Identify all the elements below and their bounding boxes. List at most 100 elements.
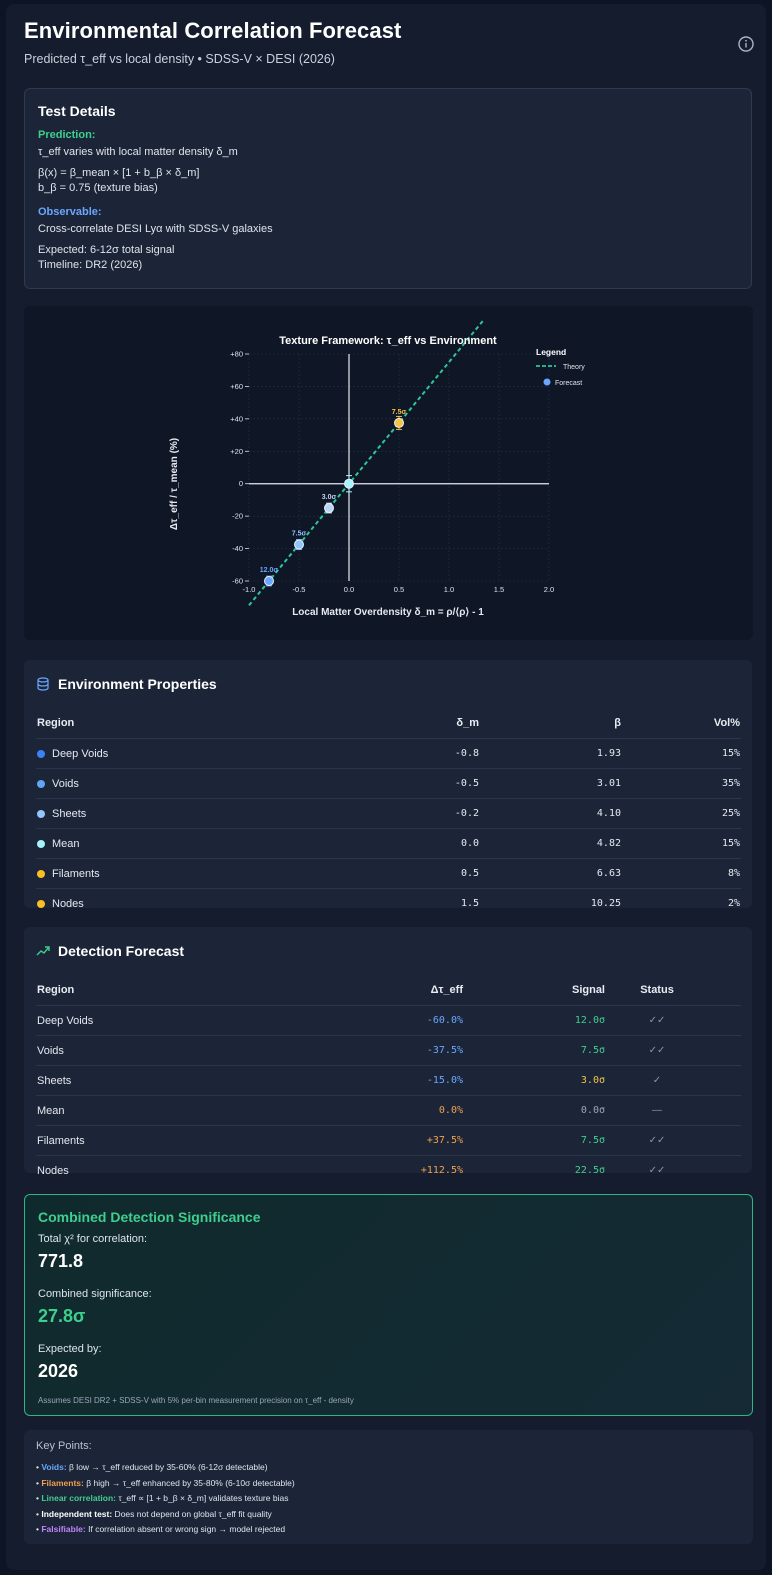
chart-legend: Legend Theory Forecast [536, 347, 585, 387]
key-point-label: Independent test: [41, 1508, 113, 1519]
signal-cell: 12.0σ [464, 1005, 606, 1036]
y-tick-label: 0 [239, 479, 243, 488]
beta-cell: 4.10 [480, 798, 622, 829]
x-tick-label: 1.0 [444, 585, 454, 594]
signal-cell: 7.5σ [464, 1035, 606, 1066]
y-tick-label: +20 [230, 447, 243, 456]
info-icon[interactable] [738, 36, 754, 52]
vol-cell: 35% [622, 768, 741, 799]
table-row: Mean 0.0% 0.0σ — [36, 1095, 741, 1126]
significance-value: 27.8σ [38, 1306, 86, 1326]
region-cell: Deep Voids [36, 1005, 338, 1036]
prediction-label: Prediction: [38, 129, 96, 141]
formula-bias: b_β = 0.75 (texture bias) [38, 182, 158, 194]
observable-label: Observable: [38, 206, 102, 218]
status-cell: ✓✓ [606, 1125, 708, 1156]
chart-ylabel: Δτ_eff / τ_mean (%) [169, 438, 180, 530]
x-tick-label: 0.0 [344, 585, 354, 594]
prediction-text: τ_eff varies with local matter density δ… [38, 146, 238, 158]
region-cell: Mean [36, 1095, 338, 1126]
key-point-item: • Independent test: Does not depend on g… [36, 1508, 272, 1519]
key-point-text: If correlation absent or wrong sign → mo… [85, 1524, 286, 1534]
region-cell: Filaments [36, 1125, 338, 1156]
expected-signal: Expected: 6-12σ total signal [38, 244, 175, 256]
key-point-label: Falsifiable: [41, 1524, 86, 1534]
beta-cell: 10.25 [480, 888, 622, 918]
signal-cell: 7.5σ [464, 1125, 606, 1156]
table-header-row: Region Δτ_eff Signal Status [36, 975, 741, 1006]
key-point-text: β low → τ_eff reduced by 35-60% (6-12σ d… [66, 1462, 268, 1472]
status-cell: ✓ [606, 1065, 708, 1096]
key-point-item: • Filaments: β high → τ_eff enhanced by … [36, 1477, 295, 1488]
y-tick-label: +60 [230, 382, 243, 391]
region-cell: Sheets [36, 1065, 338, 1096]
forecast-point [324, 503, 334, 514]
dm-cell: 1.5 [368, 888, 480, 918]
expected-value: 2026 [38, 1361, 79, 1381]
key-point-text: τ_eff ∝ [1 + b_β × δ_m] validates textur… [115, 1493, 289, 1503]
table-row: Deep Voids -0.8 1.93 15% [36, 738, 741, 769]
table-row: Mean 0.0 4.82 15% [36, 828, 741, 859]
legend-theory-label: Theory [563, 364, 585, 371]
y-tick-label: -20 [232, 512, 243, 521]
key-point-label: Linear correlation: [41, 1493, 116, 1503]
region-color-dot [37, 779, 45, 788]
correlation-chart: -1.0 -0.5 0.0 0.5 1.0 1.5 2.0 -60 -40 -20 0 +20 +40 +… [169, 318, 585, 618]
region-name: Voids [52, 777, 79, 790]
assumption-note: Assumes DESI DR2 + SDSS-V with 5% per-bi… [38, 1396, 354, 1405]
status-cell: ✓✓ [606, 1155, 708, 1185]
database-icon [37, 677, 49, 691]
table-header-row: Region δ_m β Vol% [36, 708, 741, 739]
key-points-title: Key Points: [36, 1440, 92, 1452]
vol-cell: 2% [622, 888, 741, 918]
y-tick-label: -40 [232, 544, 243, 553]
detection-header: Detection Forecast [24, 927, 752, 975]
env-props-title: Environment Properties [58, 676, 217, 692]
signal-cell: 0.0σ [464, 1095, 606, 1126]
table-row: Filaments 0.5 6.63 8% [36, 858, 741, 889]
observable-text: Cross-correlate DESI Lyα with SDSS-V gal… [38, 223, 273, 235]
region-cell: Nodes [36, 888, 368, 918]
key-points-list: • Voids: β low → τ_eff reduced by 35-60%… [36, 1460, 741, 1538]
dtau-cell: -60.0% [338, 1005, 464, 1036]
dtau-cell: +112.5% [338, 1155, 464, 1185]
key-point-item: • Voids: β low → τ_eff reduced by 35-60%… [36, 1462, 268, 1472]
chart-title: Texture Framework: τ_eff vs Environment [279, 335, 497, 347]
detection-table: Region Δτ_eff Signal Status Deep Voids -6… [36, 975, 741, 1185]
region-color-dot [37, 899, 45, 908]
col-signal: Signal [571, 984, 605, 996]
point-label: 7.5σ [292, 531, 307, 538]
status-cell: — [606, 1095, 708, 1126]
region-cell: Filaments [36, 858, 368, 889]
key-points-card: Key Points: • Voids: β low → τ_eff reduc… [24, 1430, 753, 1544]
vol-cell: 15% [622, 738, 741, 769]
table-row: Voids -37.5% 7.5σ ✓✓ [36, 1035, 741, 1066]
region-cell: Deep Voids [36, 738, 368, 769]
point-label: 3.0σ [322, 494, 337, 501]
table-row: Sheets -15.0% 3.0σ ✓ [36, 1065, 741, 1096]
key-point-label: Voids: [41, 1462, 67, 1472]
test-details-title: Test Details [38, 103, 116, 119]
significance-label: Combined significance: [38, 1288, 152, 1300]
combined-significance-card: Combined Detection Significance Total χ²… [24, 1194, 753, 1416]
region-name: Sheets [52, 807, 87, 820]
region-color-dot [37, 869, 45, 878]
x-tick-label: -1.0 [243, 585, 256, 594]
combined-title: Combined Detection Significance [38, 1209, 261, 1225]
table-row: Sheets -0.2 4.10 25% [36, 798, 741, 829]
signal-cell: 3.0σ [464, 1065, 606, 1096]
table-row: Nodes +112.5% 22.5σ ✓✓ [36, 1155, 741, 1185]
col-region: Region [37, 984, 75, 996]
forecast-point [294, 539, 304, 550]
beta-cell: 3.01 [480, 768, 622, 799]
col-vol: Vol% [713, 717, 740, 729]
x-tick-label: 2.0 [544, 585, 554, 594]
dtau-cell: -15.0% [338, 1065, 464, 1096]
timeline: Timeline: DR2 (2026) [38, 259, 143, 271]
dm-cell: 0.5 [368, 858, 480, 889]
beta-cell: 4.82 [480, 828, 622, 859]
region-cell: Mean [36, 828, 368, 859]
forecast-point [344, 478, 354, 489]
x-tick-label: 1.5 [494, 585, 504, 594]
col-dtau: Δτ_eff [430, 984, 463, 996]
